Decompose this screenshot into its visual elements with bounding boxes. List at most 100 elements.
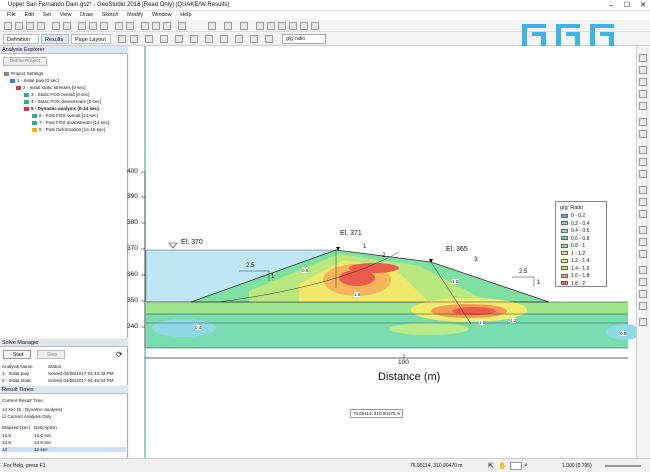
zoom-slider[interactable] [605, 465, 641, 467]
axes-icon[interactable] [152, 22, 160, 30]
tree-item-static-fos-overall[interactable]: 3 - Static FOS overall [0 sec] [24, 92, 89, 97]
menu-draw[interactable]: Draw [80, 11, 93, 20]
draw-tool-icon[interactable] [639, 210, 647, 218]
tool-f-icon[interactable] [311, 22, 319, 30]
tree-item-initial-static[interactable]: 2 - Initial static stresses [0 sec] [16, 85, 86, 90]
draw-tool-icon[interactable] [639, 118, 647, 126]
draw-tool-icon[interactable] [639, 226, 647, 234]
tree-item-project-settings[interactable]: Project Settings [4, 71, 43, 76]
arrow-icon[interactable] [240, 22, 248, 30]
legend-item: 1.4 - 1.6 [561, 266, 589, 272]
draw-tool-icon[interactable] [639, 238, 647, 246]
menu-file[interactable]: File [7, 11, 16, 20]
menu-sketch[interactable]: Sketch [102, 11, 119, 20]
maximize-button[interactable]: ☐ [619, 0, 635, 11]
pointer-icon[interactable]: ⇱ [488, 462, 494, 470]
view-a-icon[interactable] [130, 35, 138, 43]
pointer-icon[interactable] [118, 35, 126, 43]
region-label: 2 [382, 253, 386, 259]
draw-tool-icon[interactable] [639, 90, 647, 98]
tree-item-dynamic-analysis[interactable]: 5 - Dynamic analysis [0-14 sec] [24, 106, 99, 111]
open-file-icon[interactable] [15, 22, 23, 30]
menu-edit[interactable]: Edit [25, 11, 34, 20]
menu-view[interactable]: View [60, 11, 72, 20]
tree-item-post-fos-overall[interactable]: 6 - Post FOS overall [14 sec] [32, 113, 98, 118]
results-tab[interactable]: Results [41, 34, 69, 44]
draw-tool-icon[interactable] [639, 186, 647, 194]
zoom-out-icon[interactable] [89, 22, 97, 30]
draw-tool-icon[interactable] [639, 198, 647, 206]
new-file-icon[interactable] [4, 22, 12, 30]
sketch-icon[interactable] [163, 22, 171, 30]
zoom-search-icon[interactable]: ⌕ [524, 462, 528, 470]
pan-icon[interactable] [115, 22, 123, 30]
draw-tool-icon[interactable] [639, 302, 647, 310]
draw-tool-icon[interactable] [639, 290, 647, 298]
table-row-name[interactable]: 2 - Initial static [2, 378, 31, 383]
page-layout-tab[interactable]: Page Layout [71, 34, 111, 44]
view-h-icon[interactable] [235, 35, 243, 43]
menu-window[interactable]: Window [152, 11, 172, 20]
draw-tool-icon[interactable] [639, 170, 647, 178]
grid-icon[interactable] [141, 22, 149, 30]
result-field-select[interactable]: g/g' ratio [282, 34, 326, 44]
start-button[interactable]: Start [3, 350, 31, 359]
tool-c-icon[interactable] [278, 22, 286, 30]
draw-tool-icon[interactable] [639, 146, 647, 154]
menu-modify[interactable]: Modify [127, 11, 143, 20]
define-project-button[interactable]: Define Project [3, 57, 47, 66]
draw-tool-icon[interactable] [639, 54, 647, 62]
select-icon[interactable] [126, 22, 134, 30]
tree-item-post-fos-downstream[interactable]: 7 - Post FOS downstream [14 sec] [32, 120, 109, 125]
table-row[interactable]: 13.6 [2, 433, 11, 438]
tree-item-static-fos-downstream[interactable]: 4 - Static FOS downstream [0 sec] [24, 99, 101, 104]
view-c-icon[interactable] [160, 35, 168, 43]
draw-tool-icon[interactable] [639, 278, 647, 286]
color-icon[interactable] [224, 22, 232, 30]
tool-a-icon[interactable] [256, 22, 264, 30]
stop-button[interactable]: Stop [37, 350, 65, 359]
text-icon[interactable] [178, 22, 186, 30]
zoom-page-icon[interactable] [100, 22, 108, 30]
undo-icon[interactable] [52, 22, 60, 30]
menu-help[interactable]: Help [180, 11, 191, 20]
hand-icon[interactable]: ✋ [498, 462, 507, 470]
view-e-icon[interactable] [190, 35, 198, 43]
menu-set[interactable]: Set [43, 11, 51, 20]
zoom-in-icon[interactable] [78, 22, 86, 30]
view-i-icon[interactable] [250, 35, 258, 43]
save-icon[interactable] [26, 22, 34, 30]
draw-tool-icon[interactable] [639, 102, 647, 110]
tree-item-post-deformation[interactable]: 8 - Post Deformation [14-15 sec] [32, 127, 105, 132]
view-b-icon[interactable] [145, 35, 153, 43]
draw-tool-icon[interactable] [639, 158, 647, 166]
current-analysis-only-checkbox[interactable]: ☑ Current Analysis Only [2, 414, 52, 420]
tool-d-icon[interactable] [289, 22, 297, 30]
table-row[interactable]: 13.8 [2, 440, 11, 445]
table-row-name[interactable]: 1 - Initial pwp [2, 371, 29, 376]
tool-b-icon[interactable] [267, 22, 275, 30]
view-f-icon[interactable] [205, 35, 213, 43]
line-style-icon[interactable] [208, 22, 216, 30]
draw-tool-icon[interactable] [639, 130, 647, 138]
close-button[interactable]: ✕ [635, 0, 650, 11]
tool-e-icon[interactable] [300, 22, 308, 30]
view-d-icon[interactable] [175, 35, 183, 43]
draw-tool-icon[interactable] [639, 78, 647, 86]
draw-tool-icon[interactable] [639, 266, 647, 274]
table-row: 14 sec [34, 447, 48, 452]
definition-tab[interactable]: Definition [3, 34, 39, 44]
region-label: 3 [474, 257, 478, 263]
view-j-icon[interactable] [265, 35, 273, 43]
draw-tool-icon[interactable] [639, 318, 647, 326]
view-g-icon[interactable] [220, 35, 228, 43]
zoom-field[interactable] [510, 462, 522, 470]
draw-tool-icon[interactable] [639, 250, 647, 258]
tree-item-initial-pwp[interactable]: 1 - Initial pwp [0 sec] [10, 78, 59, 83]
draw-tool-icon[interactable] [639, 66, 647, 74]
redo-icon[interactable] [63, 22, 71, 30]
refresh-icon[interactable]: ⟳ [116, 350, 123, 359]
print-icon[interactable] [37, 22, 45, 30]
table-row-selected[interactable]: 14 [2, 447, 126, 452]
minimize-button[interactable]: – [603, 0, 619, 11]
